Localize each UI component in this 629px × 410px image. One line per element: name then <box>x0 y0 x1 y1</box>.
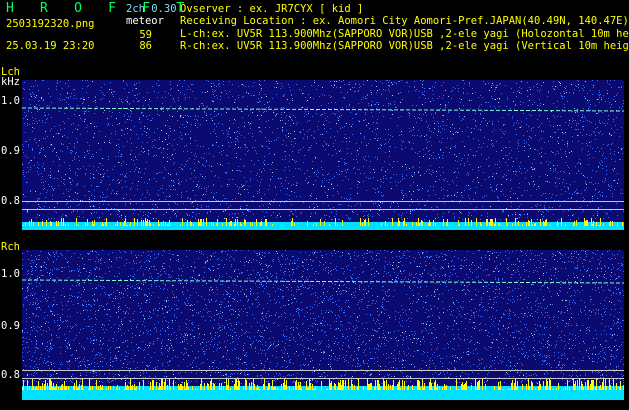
observer-info: Ovserver : ex. JR7CYX [ kid ] <box>180 3 364 15</box>
lch-spectrogram-canvas <box>22 80 624 230</box>
rch-y-tick: 1.0 <box>1 268 20 280</box>
noise-highlights <box>22 80 622 220</box>
rch-channel-label: Rch <box>1 241 20 253</box>
meteor-count-rch: 86 <box>139 40 152 52</box>
lch-y-tick: 1.0 <box>1 95 20 107</box>
rch-reference-line <box>22 378 624 379</box>
noise-highlights <box>22 250 619 384</box>
noise-texture <box>22 80 624 220</box>
carrier-signal-line <box>22 279 624 284</box>
frequency-unit-label: kHz <box>1 76 20 88</box>
rch-y-tick: 0.9 <box>1 320 20 332</box>
location-info: Receiving Location : ex. Aomori City Aom… <box>180 15 629 27</box>
carrier-signal-line <box>22 107 624 112</box>
noise-floor-bar <box>22 222 624 230</box>
noise-texture <box>22 250 624 384</box>
lch-y-tick: 0.9 <box>1 145 20 157</box>
rch-y-tick: 0.8 <box>1 369 20 381</box>
rch-reference-line <box>22 370 624 371</box>
lch-receiver-info: L-ch:ex. UV5R 113.900Mhz(SAPPORO VOR)USB… <box>180 28 629 40</box>
file-name: 2503192320.png <box>6 18 95 30</box>
noise-floor-bar <box>22 386 624 400</box>
lch-y-tick: 0.8 <box>1 195 20 207</box>
meteor-count-label: meteor <box>126 15 164 27</box>
version-label: 2ch 0.30 <box>126 3 177 15</box>
rch-receiver-info: R-ch:ex. UV5R 113.900Mhz(SAPPORO VOR)USB… <box>180 40 629 52</box>
lch-reference-line <box>22 201 624 202</box>
timestamp: 25.03.19 23:20 <box>6 40 95 52</box>
lch-reference-line <box>22 209 624 210</box>
lch-spectrogram <box>22 80 624 230</box>
